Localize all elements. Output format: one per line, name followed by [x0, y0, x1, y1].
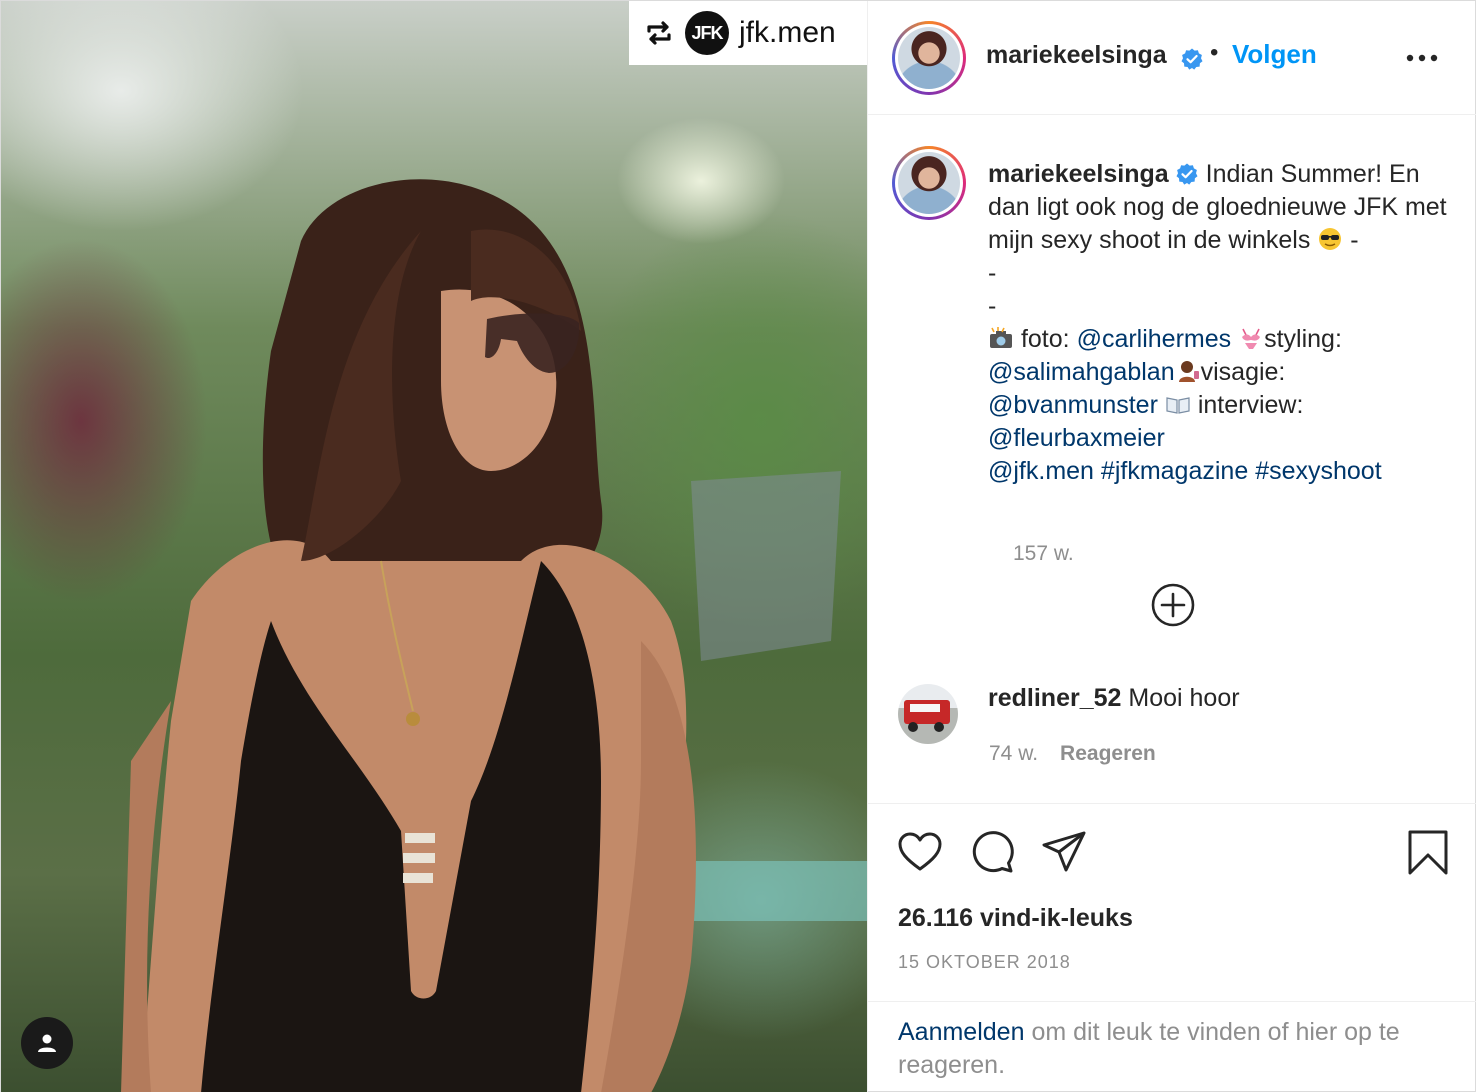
visagie-label: visagie: — [1200, 358, 1286, 386]
verified-badge-icon — [1181, 48, 1203, 70]
follow-button[interactable]: Volgen — [1232, 39, 1317, 70]
caption-timestamp[interactable]: 157 w. — [1013, 542, 1074, 566]
caption-username[interactable]: mariekeelsinga — [988, 160, 1169, 188]
reply-button[interactable]: Reageren — [1060, 742, 1156, 766]
likes-count[interactable]: 26.116 vind-ik-leuks — [898, 904, 1133, 933]
more-options-icon[interactable] — [1402, 43, 1442, 73]
caption-dash: - — [988, 292, 997, 320]
mention-link[interactable]: @salimahgablan — [988, 358, 1175, 386]
header-separator: • — [1210, 39, 1219, 66]
comments-section[interactable]: mariekeelsinga Indian Summer! En dan lig… — [868, 116, 1476, 802]
comment-item: redliner_52 Mooi hoor 74 w. Reageren — [898, 682, 1458, 792]
user-icon — [38, 1034, 56, 1052]
repost-icon — [647, 21, 671, 45]
hashtag-link[interactable]: #sexyshoot — [1255, 457, 1381, 485]
caption-dash: - — [1350, 226, 1359, 254]
interview-label: interview: — [1197, 391, 1304, 419]
mention-link[interactable]: @carlihermes — [1077, 325, 1232, 353]
avatar-image — [898, 152, 960, 214]
post-header: mariekeelsinga • Volgen — [868, 1, 1476, 115]
verified-badge-icon — [1176, 163, 1198, 185]
commenter-avatar[interactable] — [898, 684, 958, 744]
login-prompt: Aanmelden om dit leuk te vinden of hier … — [868, 1001, 1476, 1092]
commenter-username[interactable]: redliner_52 — [988, 684, 1121, 712]
mention-link[interactable]: @bvanmunster — [988, 391, 1158, 419]
repost-badge[interactable]: JFK jfk.men — [629, 1, 867, 65]
login-link[interactable]: Aanmelden — [898, 1018, 1024, 1046]
avatar-image — [898, 27, 960, 89]
camera-flash-emoji-icon — [990, 327, 1012, 348]
comment-message: Mooi hoor — [1128, 684, 1240, 712]
nail-polish-emoji-icon — [1178, 361, 1199, 382]
tagged-users-button[interactable] — [21, 1017, 73, 1069]
open-book-emoji-icon — [1166, 397, 1190, 414]
foto-label: foto: — [1020, 325, 1070, 353]
comment-icon[interactable] — [968, 828, 1016, 876]
jfk-logo: JFK — [685, 11, 729, 55]
post-actions: 26.116 vind-ik-leuks 15 OKTOBER 2018 — [868, 803, 1476, 1001]
caption-dash: - — [988, 259, 997, 287]
post-date[interactable]: 15 OKTOBER 2018 — [898, 952, 1071, 973]
bikini-emoji-icon — [1242, 328, 1261, 349]
post-photo-figure — [121, 179, 867, 1092]
mention-link[interactable]: @jfk.men — [988, 457, 1094, 485]
instagram-post: JFK jfk.men mariekeelsinga • Volgen mari… — [0, 0, 1476, 1092]
repost-account-name: jfk.men — [739, 16, 836, 49]
load-more-comments-icon[interactable] — [1150, 582, 1196, 628]
heart-icon[interactable] — [896, 828, 944, 876]
share-icon[interactable] — [1040, 828, 1088, 876]
hashtag-link[interactable]: #jfkmagazine — [1101, 457, 1248, 485]
caption-author-avatar[interactable] — [892, 146, 966, 220]
post-sidebar: mariekeelsinga • Volgen mariekeelsinga I… — [867, 1, 1476, 1092]
author-username[interactable]: mariekeelsinga — [986, 41, 1167, 70]
author-avatar[interactable] — [892, 21, 966, 95]
post-photo[interactable]: JFK jfk.men — [1, 1, 867, 1092]
comment-text: redliner_52 Mooi hoor — [988, 684, 1240, 713]
caption-text: mariekeelsinga Indian Summer! En dan lig… — [988, 158, 1448, 488]
bookmark-icon[interactable] — [1404, 828, 1452, 876]
mention-link[interactable]: @fleurbaxmeier — [988, 424, 1165, 452]
sunglasses-emoji-icon — [1319, 228, 1342, 250]
comment-timestamp[interactable]: 74 w. — [989, 742, 1038, 766]
comment-meta: 74 w. Reageren — [989, 742, 1156, 766]
styling-label: styling: — [1264, 325, 1342, 353]
